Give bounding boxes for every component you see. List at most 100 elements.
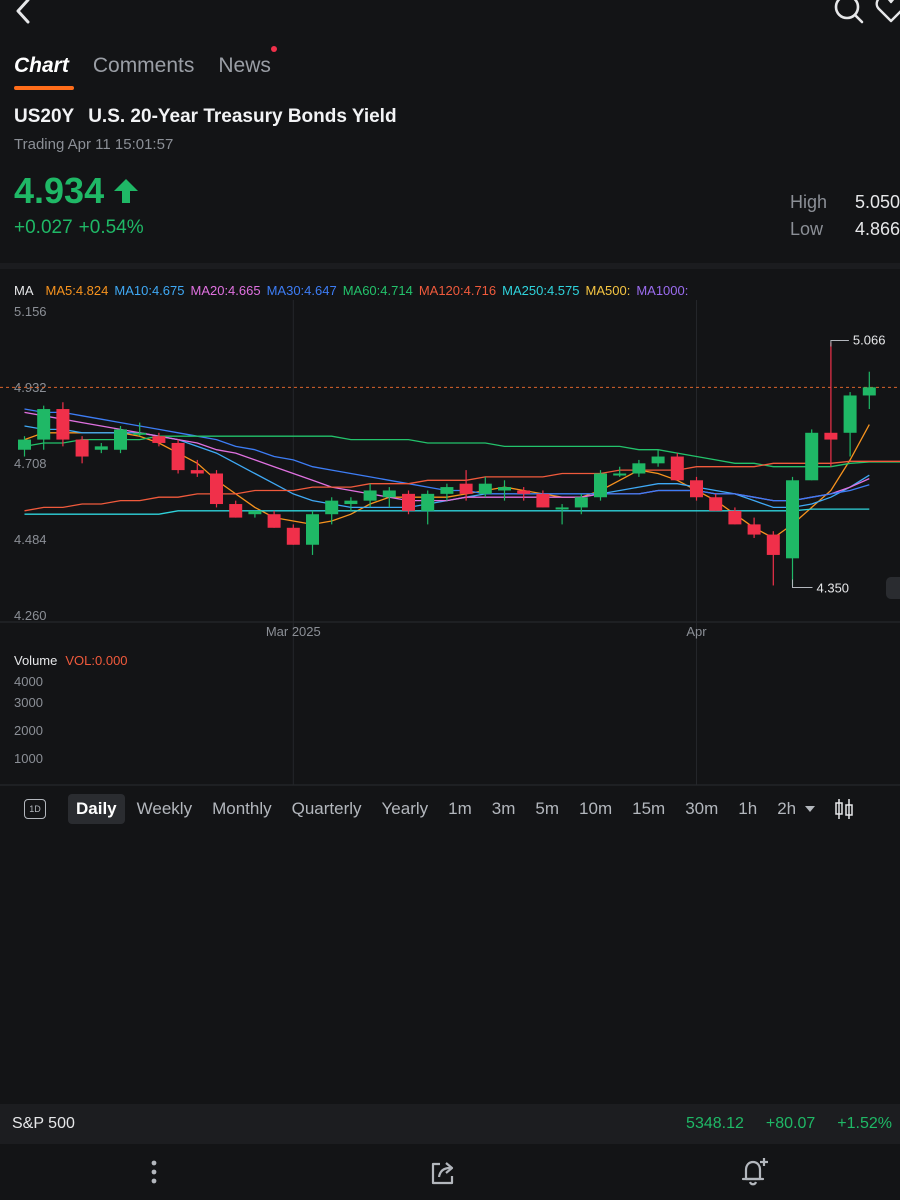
candle-body bbox=[613, 473, 627, 476]
expand-chart-handle[interactable] bbox=[886, 577, 900, 599]
day-low-label: Low bbox=[790, 219, 824, 239]
candle-body bbox=[114, 429, 127, 450]
y-axis-label: 4.708 bbox=[14, 456, 47, 471]
index-ticker[interactable]: S&P 500 5348.12 +80.07 +1.52% bbox=[0, 1104, 900, 1144]
share-icon[interactable] bbox=[428, 1158, 458, 1188]
price-change-percent: +0.54% bbox=[78, 217, 144, 238]
day-low: Low 4.866 bbox=[790, 219, 900, 240]
active-tab-indicator bbox=[14, 86, 74, 90]
period-option[interactable]: 30m bbox=[677, 794, 726, 824]
price-change-value: +0.027 bbox=[14, 217, 73, 238]
index-change-percent: +1.52% bbox=[837, 1115, 892, 1132]
last-price-value: 4.934 bbox=[14, 170, 105, 211]
ma-legend[interactable]: MA MA5:4.824 MA10:4.675 MA20:4.665 MA30:… bbox=[14, 283, 688, 298]
ma-legend-item: MA250:4.575 bbox=[502, 283, 580, 298]
candle-body bbox=[56, 409, 70, 440]
period-option[interactable]: Daily bbox=[68, 794, 125, 824]
tab-chart-label: Chart bbox=[14, 54, 69, 77]
price-change: +0.027 +0.54% bbox=[14, 217, 144, 239]
trading-status: Trading Apr 11 15:01:57 bbox=[14, 136, 174, 153]
ma-line-ma5 bbox=[24, 424, 870, 539]
candle-body bbox=[306, 514, 319, 545]
chart-mode-label: 1D bbox=[29, 804, 41, 814]
favorite-button[interactable] bbox=[874, 0, 900, 26]
detail-tabs: Chart Comments News bbox=[14, 46, 295, 90]
candle-body bbox=[152, 436, 166, 443]
period-option[interactable]: 3m bbox=[484, 794, 524, 824]
candle-body bbox=[18, 439, 31, 450]
candle-body bbox=[133, 432, 147, 435]
volume-title: Volume bbox=[14, 653, 58, 668]
instrument-title: US20Y U.S. 20-Year Treasury Bonds Yield bbox=[14, 106, 397, 128]
chevron-down-icon[interactable] bbox=[804, 805, 816, 813]
candlestick-icon[interactable] bbox=[834, 798, 854, 820]
ma-legend-item: MA5:4.824 bbox=[45, 283, 109, 298]
candle-body bbox=[594, 473, 607, 498]
candle-body bbox=[555, 507, 569, 510]
back-button[interactable] bbox=[6, 0, 40, 28]
ma-line-ma250 bbox=[24, 508, 870, 515]
period-option[interactable]: Monthly bbox=[204, 794, 280, 824]
tab-news[interactable]: News bbox=[218, 46, 277, 84]
y-axis-label: 4.484 bbox=[14, 532, 47, 547]
ma-legend-item: MA1000: bbox=[636, 283, 689, 298]
candle-body bbox=[574, 497, 588, 508]
period-selector: 1D Daily Weekly Monthly Quarterly Yearly 1m 3m… bbox=[0, 792, 900, 826]
ma-legend-item: MA500: bbox=[585, 283, 631, 298]
candle-body bbox=[517, 490, 531, 494]
period-option[interactable]: 2h bbox=[769, 794, 804, 824]
candle-body bbox=[747, 524, 761, 535]
ticker-symbol: US20Y bbox=[14, 106, 75, 127]
candle-body bbox=[286, 527, 300, 545]
tab-comments[interactable]: Comments bbox=[93, 52, 195, 84]
chart-mode-icon[interactable]: 1D bbox=[24, 799, 46, 819]
arrow-up-icon bbox=[114, 179, 139, 203]
candle-body bbox=[786, 480, 799, 559]
candle-body bbox=[267, 514, 281, 528]
period-option[interactable]: 1h bbox=[730, 794, 765, 824]
candle-body bbox=[805, 432, 819, 481]
chevron-left-icon bbox=[16, 0, 30, 24]
tab-news-label: News bbox=[218, 54, 271, 77]
candle-body bbox=[248, 510, 262, 515]
index-change: +80.07 bbox=[765, 1115, 816, 1132]
candle-body bbox=[210, 473, 223, 505]
candle-body bbox=[709, 497, 723, 511]
candle-body bbox=[651, 456, 665, 464]
y-axis-label: 5.156 bbox=[14, 304, 47, 319]
tab-comments-label: Comments bbox=[92, 54, 195, 77]
bell-plus-icon[interactable] bbox=[738, 1156, 770, 1188]
candle-body bbox=[75, 439, 89, 457]
candle-body bbox=[94, 446, 108, 450]
news-notification-dot bbox=[270, 46, 277, 52]
search-button[interactable] bbox=[832, 0, 866, 26]
ma-legend-item: MA120:4.716 bbox=[418, 283, 497, 298]
volume-legend: Volume VOL:0.000 bbox=[14, 653, 128, 668]
low-marker-label: 4.350 bbox=[817, 580, 850, 595]
period-option[interactable]: 5m bbox=[527, 794, 567, 824]
y-axis-label: 4.260 bbox=[14, 608, 47, 623]
ma-legend-label: MA bbox=[14, 283, 34, 298]
period-option[interactable]: Weekly bbox=[129, 794, 200, 824]
period-option[interactable]: 10m bbox=[571, 794, 620, 824]
period-option[interactable]: Quarterly bbox=[284, 794, 370, 824]
day-high-label: High bbox=[790, 192, 828, 212]
period-option[interactable]: 15m bbox=[624, 794, 673, 824]
last-price: 4.934 bbox=[14, 170, 140, 212]
candle-body bbox=[402, 493, 415, 511]
period-option[interactable]: Yearly bbox=[374, 794, 437, 824]
tab-chart[interactable]: Chart bbox=[14, 52, 74, 90]
price-chart[interactable]: Mar 2025 Apr5.1564.9324.7084.4844.2605.06… bbox=[0, 300, 900, 790]
index-name: S&P 500 bbox=[12, 1115, 75, 1132]
period-list: Daily Weekly Monthly Quarterly Yearly 1m 3m 5m 1… bbox=[68, 794, 808, 824]
candle-body bbox=[843, 395, 857, 433]
section-divider bbox=[0, 263, 900, 269]
volume-axis-label: 4000 bbox=[14, 674, 43, 689]
candle-body bbox=[766, 534, 780, 555]
candle-body bbox=[670, 456, 684, 481]
candle-body bbox=[690, 480, 703, 498]
period-option[interactable]: 1m bbox=[440, 794, 480, 824]
candle-body bbox=[536, 493, 550, 508]
more-vertical-icon[interactable] bbox=[142, 1158, 166, 1188]
ma-legend-item: MA20:4.665 bbox=[190, 283, 261, 298]
